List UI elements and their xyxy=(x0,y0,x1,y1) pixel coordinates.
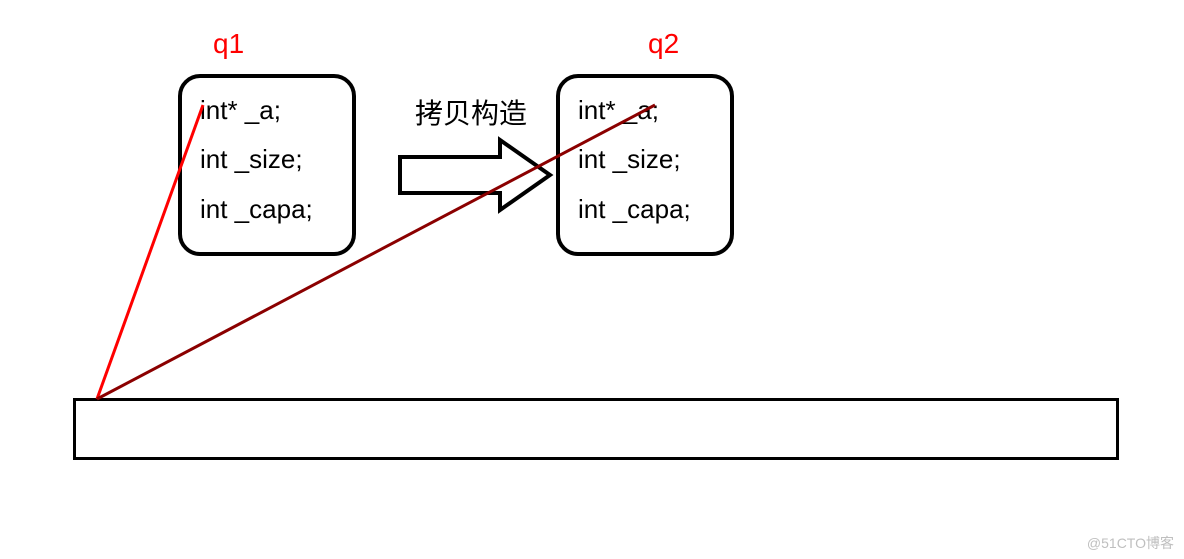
box2-field-size: int _size; xyxy=(578,135,712,184)
label-q2: q2 xyxy=(648,28,679,60)
box1-field-a: int* _a; xyxy=(200,86,334,135)
watermark: @51CTO博客 xyxy=(1087,533,1174,553)
struct-box-q1: int* _a; int _size; int _capa; xyxy=(178,74,356,256)
box1-field-capa: int _capa; xyxy=(200,185,334,234)
copy-construct-label: 拷贝构造 xyxy=(415,92,527,132)
box2-field-a: int* _a; xyxy=(578,86,712,135)
label-q1: q1 xyxy=(213,28,244,60)
copy-arrow-icon xyxy=(400,140,550,210)
box2-field-capa: int _capa; xyxy=(578,185,712,234)
box1-field-size: int _size; xyxy=(200,135,334,184)
struct-box-q2: int* _a; int _size; int _capa; xyxy=(556,74,734,256)
memory-bar xyxy=(73,398,1119,460)
